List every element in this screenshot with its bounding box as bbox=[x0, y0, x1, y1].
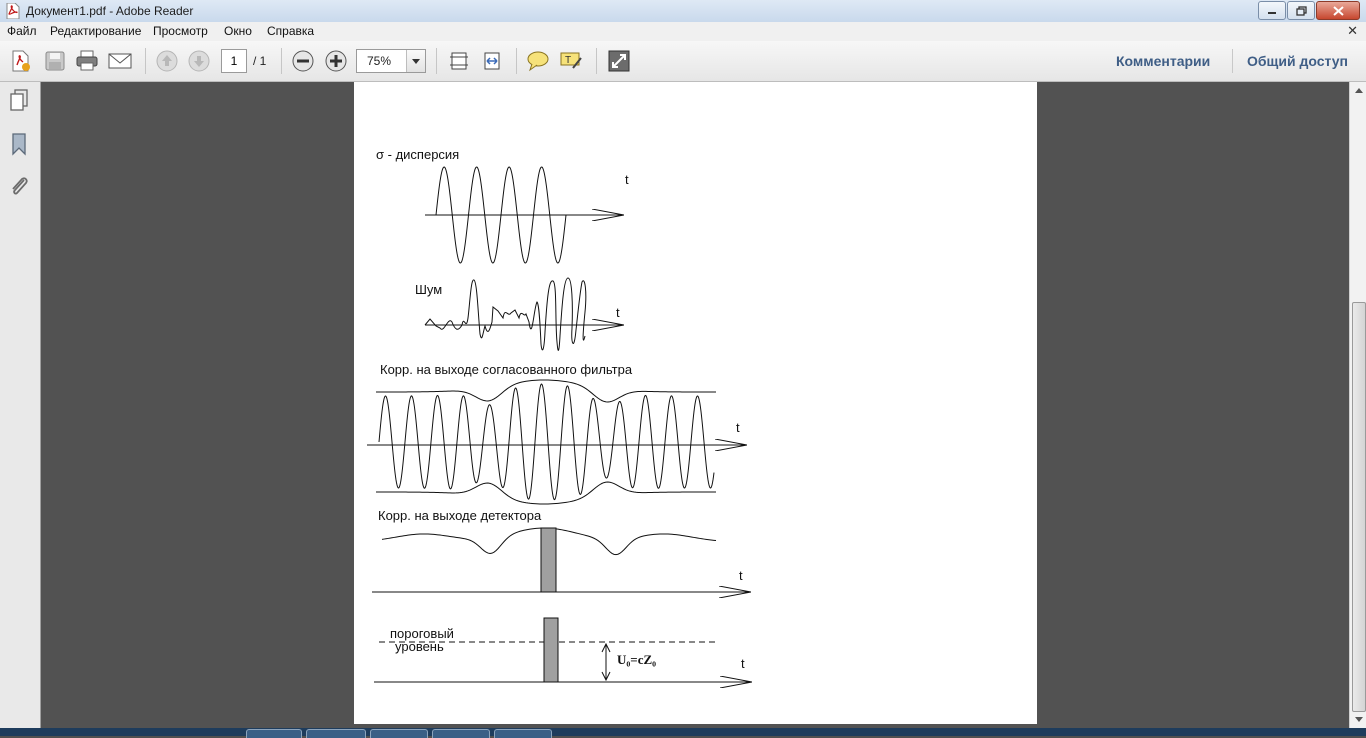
toolbar: 1 / 1 75% T Комментарии Общий доступ bbox=[0, 41, 1366, 82]
axis-label-t-5: t bbox=[741, 656, 745, 671]
label-matched-filter: Корр. на выходе согласованного фильтра bbox=[380, 362, 633, 377]
create-pdf-icon bbox=[12, 50, 30, 72]
pdf-page: σ - дисперсия t Шум t Корр. на выходе со… bbox=[354, 82, 1037, 724]
envelope-upper bbox=[375, 379, 716, 403]
plus-circle-icon bbox=[325, 50, 347, 72]
taskbar bbox=[0, 728, 1366, 738]
axis-label-t-2: t bbox=[616, 305, 620, 320]
fit-width-icon bbox=[484, 52, 500, 70]
threshold-peak-bar bbox=[543, 617, 559, 683]
label-threshold-2: уровень bbox=[395, 639, 444, 654]
restore-button[interactable] bbox=[1287, 1, 1315, 20]
comments-panel-link[interactable]: Комментарии bbox=[1116, 53, 1210, 69]
print-icon bbox=[76, 50, 98, 71]
zoom-value: 75% bbox=[367, 54, 392, 68]
next-page-button[interactable] bbox=[186, 49, 212, 73]
scrollbar-thumb[interactable] bbox=[1352, 302, 1366, 712]
fit-page-button[interactable] bbox=[446, 49, 472, 73]
zoom-out-button[interactable] bbox=[290, 49, 316, 73]
menu-help[interactable]: Справка bbox=[267, 24, 314, 38]
svg-text:T: T bbox=[565, 55, 571, 66]
minimize-icon bbox=[1268, 11, 1276, 14]
toolbar-separator bbox=[145, 48, 146, 74]
arrow-up-circle-icon bbox=[156, 50, 178, 72]
page-number-input[interactable]: 1 bbox=[221, 49, 247, 73]
close-icon bbox=[1332, 5, 1344, 16]
title-bar: Документ1.pdf - Adobe Reader bbox=[0, 0, 1366, 23]
expand-icon bbox=[608, 50, 630, 72]
label-dispersion: σ - дисперсия bbox=[376, 147, 460, 162]
label-noise: Шум bbox=[415, 282, 443, 297]
pages-icon[interactable] bbox=[8, 88, 30, 112]
triangle-down-icon bbox=[1354, 717, 1363, 722]
taskbar-button[interactable] bbox=[306, 729, 366, 738]
detector-peak-bar bbox=[540, 527, 557, 593]
navigation-sidebar bbox=[0, 82, 41, 728]
email-button[interactable] bbox=[107, 49, 133, 73]
label-detector: Корр. на выходе детектора bbox=[378, 508, 542, 523]
add-comment-button[interactable] bbox=[525, 49, 551, 73]
arrow-down-circle-icon bbox=[188, 50, 210, 72]
fit-page-icon bbox=[450, 52, 468, 70]
minus-circle-icon bbox=[292, 50, 314, 72]
axis-label-t-3: t bbox=[736, 420, 740, 435]
label-threshold-formula: U₀=cZ₀ bbox=[617, 652, 657, 667]
pdf-file-icon bbox=[6, 3, 20, 19]
menu-view[interactable]: Просмотр bbox=[153, 24, 208, 38]
taskbar-button[interactable] bbox=[370, 729, 428, 738]
triangle-up-icon bbox=[1354, 88, 1363, 93]
create-pdf-button[interactable] bbox=[8, 49, 34, 73]
taskbar-button[interactable] bbox=[246, 729, 302, 738]
zoom-in-button[interactable] bbox=[323, 49, 349, 73]
taskbar-button[interactable] bbox=[432, 729, 490, 738]
toolbar-separator bbox=[1232, 49, 1233, 73]
previous-page-button[interactable] bbox=[154, 49, 180, 73]
figure-drawing bbox=[367, 166, 752, 724]
speech-bubble-icon bbox=[527, 51, 549, 72]
highlight-text-button[interactable]: T bbox=[558, 49, 584, 73]
full-screen-button[interactable] bbox=[606, 49, 632, 73]
envelope-icon bbox=[108, 53, 132, 69]
axis-label-t-1: t bbox=[625, 172, 629, 187]
menu-file[interactable]: Файл bbox=[7, 24, 37, 38]
print-button[interactable] bbox=[74, 49, 100, 73]
envelope-lower bbox=[375, 481, 716, 505]
toolbar-separator bbox=[436, 48, 437, 74]
attachment-icon[interactable] bbox=[8, 174, 30, 198]
minimize-button[interactable] bbox=[1258, 1, 1286, 20]
filter-output-waveform bbox=[378, 383, 715, 501]
chevron-down-icon bbox=[412, 58, 420, 64]
vertical-scrollbar[interactable] bbox=[1349, 82, 1366, 728]
scroll-down-button[interactable] bbox=[1350, 711, 1366, 728]
close-window-button[interactable] bbox=[1316, 1, 1360, 20]
zoom-select[interactable]: 75% bbox=[356, 49, 426, 73]
window-title: Документ1.pdf - Adobe Reader bbox=[26, 4, 194, 18]
scroll-up-button[interactable] bbox=[1350, 82, 1366, 99]
menu-bar: Файл Редактирование Просмотр Окно Справк… bbox=[0, 22, 1366, 41]
page-total: / 1 bbox=[253, 54, 267, 68]
close-document-icon[interactable]: ✕ bbox=[1347, 23, 1358, 39]
document-view: σ - дисперсия t Шум t Корр. на выходе со… bbox=[41, 82, 1349, 728]
share-panel-link[interactable]: Общий доступ bbox=[1247, 53, 1348, 69]
toolbar-separator bbox=[516, 48, 517, 74]
fit-width-button[interactable] bbox=[479, 49, 505, 73]
highlighter-icon: T bbox=[560, 52, 582, 69]
toolbar-separator bbox=[281, 48, 282, 74]
menu-edit[interactable]: Редактирование bbox=[50, 24, 141, 38]
restore-icon bbox=[1295, 5, 1307, 16]
save-icon bbox=[45, 51, 65, 71]
bookmark-icon[interactable] bbox=[8, 132, 30, 156]
toolbar-separator bbox=[596, 48, 597, 74]
taskbar-button[interactable] bbox=[494, 729, 552, 738]
noise-waveform bbox=[424, 277, 587, 351]
axis-label-t-4: t bbox=[739, 568, 743, 583]
menu-window[interactable]: Окно bbox=[224, 24, 252, 38]
zoom-dropdown-button[interactable] bbox=[406, 50, 425, 72]
save-button[interactable] bbox=[42, 49, 68, 73]
